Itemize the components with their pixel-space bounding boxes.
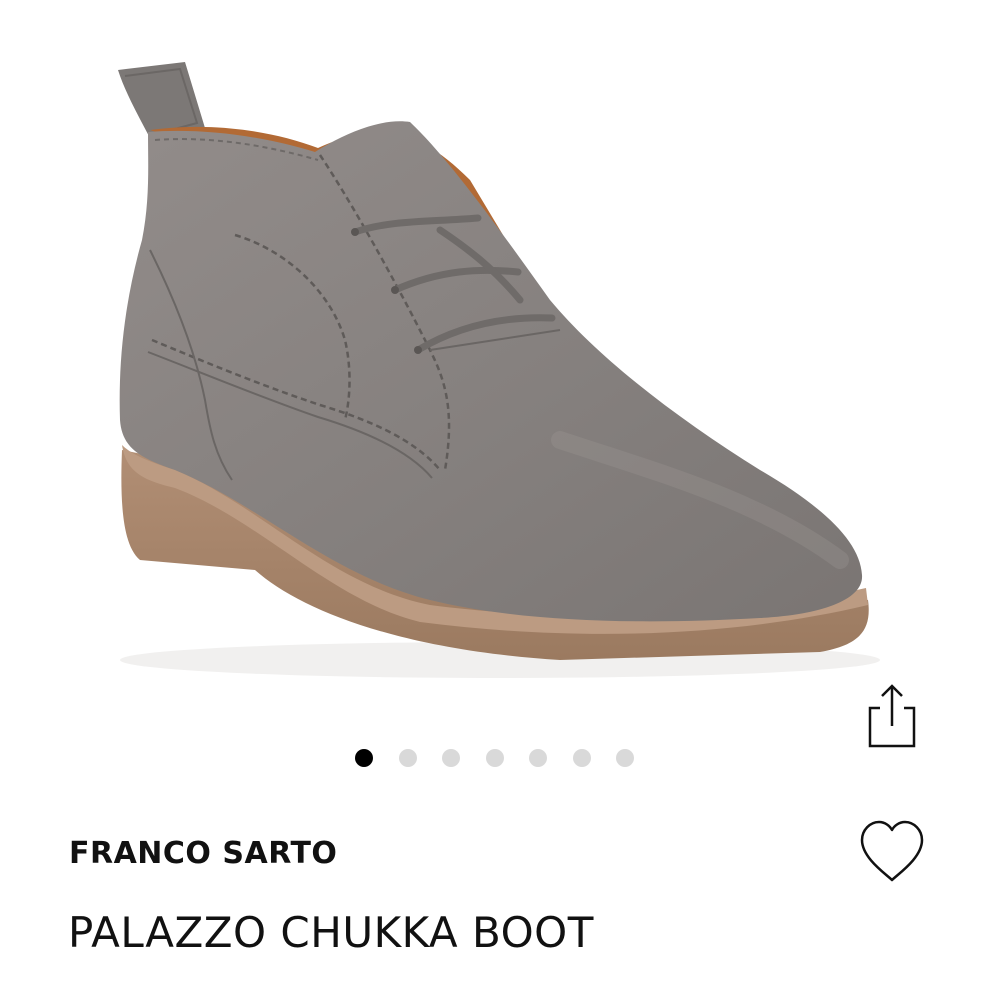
carousel-dot[interactable] — [572, 749, 591, 767]
brand-name[interactable]: FRANCO SARTO — [69, 832, 337, 876]
carousel-dot[interactable] — [355, 749, 373, 767]
carousel-dot[interactable] — [616, 749, 634, 767]
heart-outline-icon — [860, 820, 924, 882]
wishlist-button[interactable] — [858, 818, 926, 886]
carousel-dot[interactable] — [529, 749, 547, 767]
carousel-dot[interactable] — [398, 749, 417, 767]
share-icon — [868, 684, 916, 748]
share-button[interactable] — [862, 680, 922, 752]
carousel-dot[interactable] — [485, 749, 504, 767]
product-image[interactable] — [0, 0, 1000, 720]
boot-illustration — [118, 62, 880, 678]
carousel-dot[interactable] — [442, 749, 460, 767]
carousel-indicator — [355, 746, 660, 770]
product-title: PALAZZO CHUKKA BOOT — [68, 908, 594, 957]
